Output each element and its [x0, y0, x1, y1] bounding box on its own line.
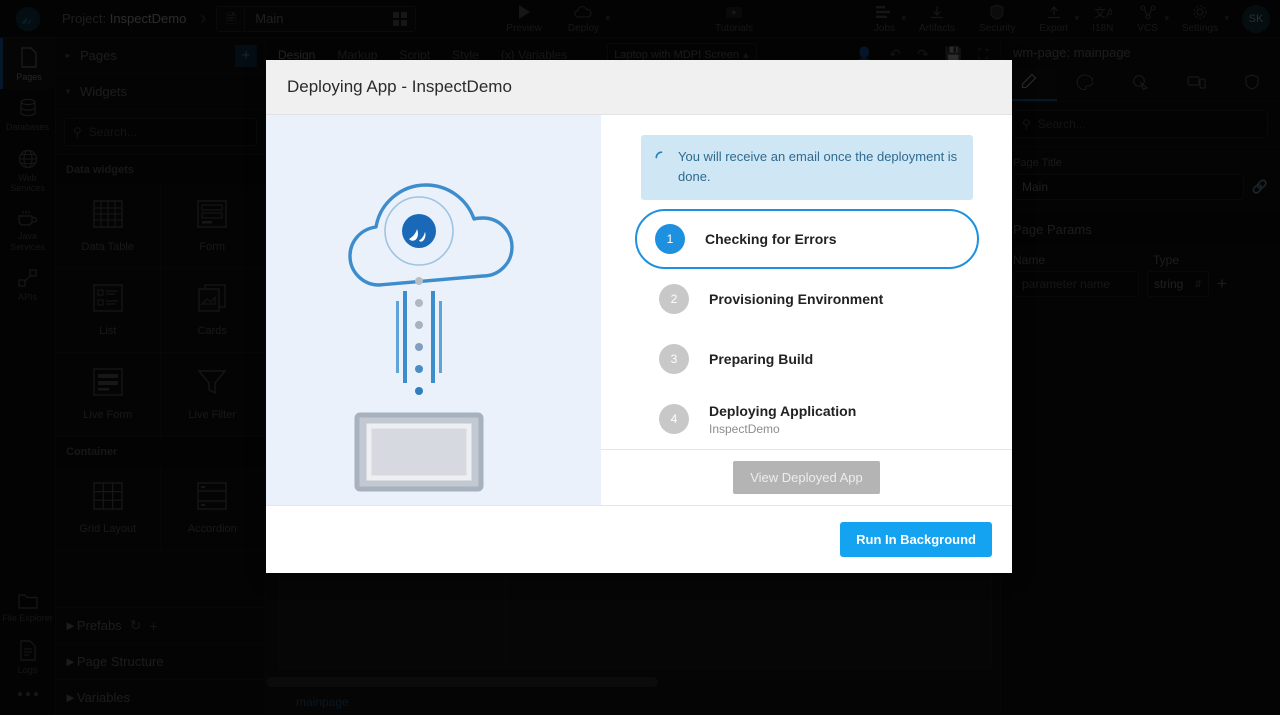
- step-text: Checking for Errors: [705, 231, 836, 247]
- deploy-step-2: 2 Provisioning Environment: [641, 269, 982, 329]
- cloud-deploy-illustration: [266, 115, 601, 505]
- step-subtitle: InspectDemo: [709, 422, 856, 436]
- view-deployed-app-button[interactable]: View Deployed App: [733, 461, 880, 494]
- deploy-steps-column: You will receive an email once the deplo…: [601, 115, 1012, 505]
- step-text: Deploying Application InspectDemo: [709, 403, 856, 436]
- deploy-step-4: 4 Deploying Application InspectDemo: [641, 389, 982, 449]
- view-app-bar: View Deployed App: [601, 449, 1012, 505]
- step-text: Provisioning Environment: [709, 291, 883, 307]
- deploy-steps: You will receive an email once the deplo…: [601, 115, 1012, 449]
- step-badge: 4: [659, 404, 689, 434]
- email-notice-text: You will receive an email once the deplo…: [678, 147, 959, 187]
- step-name: Checking for Errors: [705, 231, 836, 247]
- step-name: Deploying Application: [709, 403, 856, 419]
- modal-body: You will receive an email once the deplo…: [266, 115, 1012, 505]
- deploy-step-1: 1 Checking for Errors: [635, 209, 979, 269]
- modal-title: Deploying App - InspectDemo: [287, 77, 512, 97]
- deploy-step-3: 3 Preparing Build: [641, 329, 982, 389]
- step-badge: 2: [659, 284, 689, 314]
- step-badge: 3: [659, 344, 689, 374]
- step-text: Preparing Build: [709, 351, 813, 367]
- deploy-modal: Deploying App - InspectDemo: [266, 60, 1012, 573]
- run-in-background-button[interactable]: Run In Background: [840, 522, 992, 557]
- step-name: Preparing Build: [709, 351, 813, 367]
- email-notice: You will receive an email once the deplo…: [641, 135, 973, 200]
- step-name: Provisioning Environment: [709, 291, 883, 307]
- modal-header: Deploying App - InspectDemo: [266, 60, 1012, 115]
- screen: Project: InspectDemo › 🗎 Main Preview: [0, 0, 1280, 715]
- modal-footer: Run In Background: [266, 505, 1012, 573]
- spinner-icon: [655, 150, 668, 187]
- step-badge: 1: [655, 224, 685, 254]
